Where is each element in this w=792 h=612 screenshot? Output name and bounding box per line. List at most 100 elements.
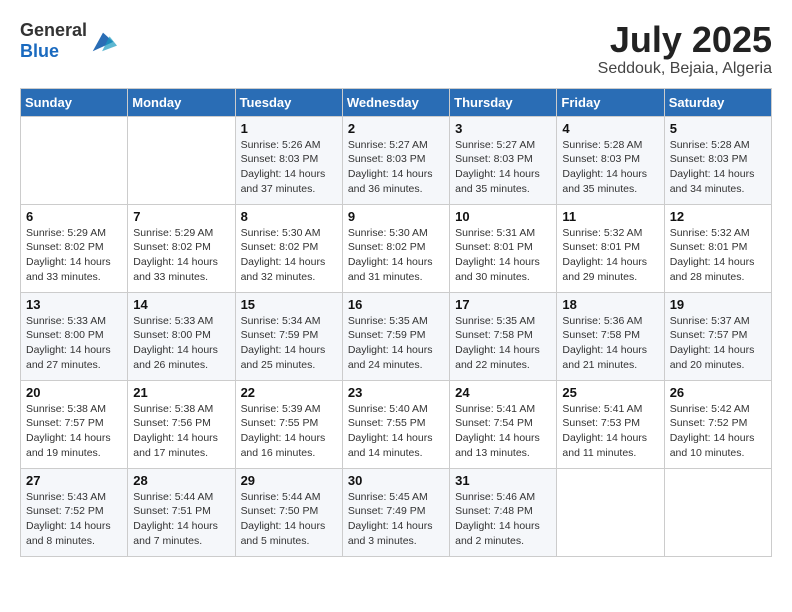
- day-info: Sunrise: 5:44 AM Sunset: 7:51 PM Dayligh…: [133, 490, 229, 549]
- day-number: 29: [241, 473, 337, 488]
- day-info: Sunrise: 5:39 AM Sunset: 7:55 PM Dayligh…: [241, 402, 337, 461]
- day-info: Sunrise: 5:35 AM Sunset: 7:59 PM Dayligh…: [348, 314, 444, 373]
- weekday-header: Monday: [128, 88, 235, 116]
- day-info: Sunrise: 5:29 AM Sunset: 8:02 PM Dayligh…: [133, 226, 229, 285]
- day-number: 10: [455, 209, 551, 224]
- day-number: 19: [670, 297, 766, 312]
- logo-general: General: [20, 20, 87, 40]
- calendar-cell: 20Sunrise: 5:38 AM Sunset: 7:57 PM Dayli…: [21, 380, 128, 468]
- day-info: Sunrise: 5:43 AM Sunset: 7:52 PM Dayligh…: [26, 490, 122, 549]
- calendar-cell: 18Sunrise: 5:36 AM Sunset: 7:58 PM Dayli…: [557, 292, 664, 380]
- day-number: 6: [26, 209, 122, 224]
- logo-icon: [89, 27, 117, 55]
- day-info: Sunrise: 5:45 AM Sunset: 7:49 PM Dayligh…: [348, 490, 444, 549]
- weekday-header: Sunday: [21, 88, 128, 116]
- day-number: 9: [348, 209, 444, 224]
- day-info: Sunrise: 5:28 AM Sunset: 8:03 PM Dayligh…: [562, 138, 658, 197]
- day-number: 17: [455, 297, 551, 312]
- weekday-header: Friday: [557, 88, 664, 116]
- weekday-header: Wednesday: [342, 88, 449, 116]
- day-info: Sunrise: 5:29 AM Sunset: 8:02 PM Dayligh…: [26, 226, 122, 285]
- calendar-cell: 8Sunrise: 5:30 AM Sunset: 8:02 PM Daylig…: [235, 204, 342, 292]
- day-number: 24: [455, 385, 551, 400]
- calendar-cell: 3 Sunrise: 5:27 AM Sunset: 8:03 PM Daylig…: [450, 116, 557, 204]
- logo-blue: Blue: [20, 41, 59, 61]
- day-info: Sunrise: 5:31 AM Sunset: 8:01 PM Dayligh…: [455, 226, 551, 285]
- calendar-cell: 7 Sunrise: 5:29 AM Sunset: 8:02 PM Daylig…: [128, 204, 235, 292]
- day-number: 2: [348, 121, 444, 136]
- month-title: July 2025: [598, 20, 772, 60]
- calendar-cell: 10 Sunrise: 5:31 AM Sunset: 8:01 PM Dayli…: [450, 204, 557, 292]
- day-info: Sunrise: 5:33 AM Sunset: 8:00 PM Dayligh…: [133, 314, 229, 373]
- day-info: Sunrise: 5:40 AM Sunset: 7:55 PM Dayligh…: [348, 402, 444, 461]
- day-info: Sunrise: 5:42 AM Sunset: 7:52 PM Dayligh…: [670, 402, 766, 461]
- day-info: Sunrise: 5:41 AM Sunset: 7:54 PM Dayligh…: [455, 402, 551, 461]
- day-info: Sunrise: 5:38 AM Sunset: 7:56 PM Dayligh…: [133, 402, 229, 461]
- day-number: 18: [562, 297, 658, 312]
- calendar-cell: [664, 468, 771, 556]
- day-info: Sunrise: 5:34 AM Sunset: 7:59 PM Dayligh…: [241, 314, 337, 373]
- logo: General Blue: [20, 20, 117, 62]
- day-number: 28: [133, 473, 229, 488]
- calendar-cell: 13 Sunrise: 5:33 AM Sunset: 8:00 PM Dayli…: [21, 292, 128, 380]
- calendar-cell: 11Sunrise: 5:32 AM Sunset: 8:01 PM Dayli…: [557, 204, 664, 292]
- calendar-cell: 1 Sunrise: 5:26 AM Sunset: 8:03 PM Daylig…: [235, 116, 342, 204]
- day-number: 4: [562, 121, 658, 136]
- day-number: 27: [26, 473, 122, 488]
- weekday-header: Thursday: [450, 88, 557, 116]
- calendar-cell: 16 Sunrise: 5:35 AM Sunset: 7:59 PM Dayli…: [342, 292, 449, 380]
- day-info: Sunrise: 5:33 AM Sunset: 8:00 PM Dayligh…: [26, 314, 122, 373]
- logo-text: General Blue: [20, 20, 87, 62]
- day-number: 23: [348, 385, 444, 400]
- day-number: 26: [670, 385, 766, 400]
- day-info: Sunrise: 5:41 AM Sunset: 7:53 PM Dayligh…: [562, 402, 658, 461]
- day-info: Sunrise: 5:44 AM Sunset: 7:50 PM Dayligh…: [241, 490, 337, 549]
- calendar-cell: 5Sunrise: 5:28 AM Sunset: 8:03 PM Daylig…: [664, 116, 771, 204]
- calendar-cell: 12 Sunrise: 5:32 AM Sunset: 8:01 PM Dayli…: [664, 204, 771, 292]
- calendar-cell: 28 Sunrise: 5:44 AM Sunset: 7:51 PM Dayli…: [128, 468, 235, 556]
- day-number: 12: [670, 209, 766, 224]
- calendar-cell: 14 Sunrise: 5:33 AM Sunset: 8:00 PM Dayli…: [128, 292, 235, 380]
- calendar-cell: 29 Sunrise: 5:44 AM Sunset: 7:50 PM Dayli…: [235, 468, 342, 556]
- calendar-cell: 9 Sunrise: 5:30 AM Sunset: 8:02 PM Daylig…: [342, 204, 449, 292]
- calendar-cell: 19 Sunrise: 5:37 AM Sunset: 7:57 PM Dayli…: [664, 292, 771, 380]
- day-number: 1: [241, 121, 337, 136]
- day-number: 7: [133, 209, 229, 224]
- day-info: Sunrise: 5:26 AM Sunset: 8:03 PM Dayligh…: [241, 138, 337, 197]
- day-number: 3: [455, 121, 551, 136]
- day-number: 31: [455, 473, 551, 488]
- calendar-cell: 22Sunrise: 5:39 AM Sunset: 7:55 PM Dayli…: [235, 380, 342, 468]
- title-block: July 2025 Seddouk, Bejaia, Algeria: [598, 20, 772, 78]
- calendar-cell: 21 Sunrise: 5:38 AM Sunset: 7:56 PM Dayli…: [128, 380, 235, 468]
- calendar-table: SundayMondayTuesdayWednesdayThursdayFrid…: [20, 88, 772, 557]
- day-info: Sunrise: 5:27 AM Sunset: 8:03 PM Dayligh…: [348, 138, 444, 197]
- day-number: 15: [241, 297, 337, 312]
- day-number: 21: [133, 385, 229, 400]
- day-number: 14: [133, 297, 229, 312]
- day-info: Sunrise: 5:35 AM Sunset: 7:58 PM Dayligh…: [455, 314, 551, 373]
- calendar-cell: [128, 116, 235, 204]
- calendar-cell: 23 Sunrise: 5:40 AM Sunset: 7:55 PM Dayli…: [342, 380, 449, 468]
- calendar-cell: 31 Sunrise: 5:46 AM Sunset: 7:48 PM Dayli…: [450, 468, 557, 556]
- calendar-cell: 6 Sunrise: 5:29 AM Sunset: 8:02 PM Daylig…: [21, 204, 128, 292]
- day-number: 25: [562, 385, 658, 400]
- day-info: Sunrise: 5:27 AM Sunset: 8:03 PM Dayligh…: [455, 138, 551, 197]
- calendar-cell: [21, 116, 128, 204]
- calendar-cell: 24 Sunrise: 5:41 AM Sunset: 7:54 PM Dayli…: [450, 380, 557, 468]
- calendar-cell: 15 Sunrise: 5:34 AM Sunset: 7:59 PM Dayli…: [235, 292, 342, 380]
- day-number: 16: [348, 297, 444, 312]
- day-info: Sunrise: 5:32 AM Sunset: 8:01 PM Dayligh…: [670, 226, 766, 285]
- day-info: Sunrise: 5:46 AM Sunset: 7:48 PM Dayligh…: [455, 490, 551, 549]
- day-info: Sunrise: 5:30 AM Sunset: 8:02 PM Dayligh…: [241, 226, 337, 285]
- weekday-header: Saturday: [664, 88, 771, 116]
- day-number: 5: [670, 121, 766, 136]
- day-number: 13: [26, 297, 122, 312]
- calendar-cell: [557, 468, 664, 556]
- day-number: 11: [562, 209, 658, 224]
- day-info: Sunrise: 5:30 AM Sunset: 8:02 PM Dayligh…: [348, 226, 444, 285]
- calendar-cell: 30Sunrise: 5:45 AM Sunset: 7:49 PM Dayli…: [342, 468, 449, 556]
- calendar-cell: 2 Sunrise: 5:27 AM Sunset: 8:03 PM Daylig…: [342, 116, 449, 204]
- weekday-header: Tuesday: [235, 88, 342, 116]
- calendar-cell: 25 Sunrise: 5:41 AM Sunset: 7:53 PM Dayli…: [557, 380, 664, 468]
- day-info: Sunrise: 5:37 AM Sunset: 7:57 PM Dayligh…: [670, 314, 766, 373]
